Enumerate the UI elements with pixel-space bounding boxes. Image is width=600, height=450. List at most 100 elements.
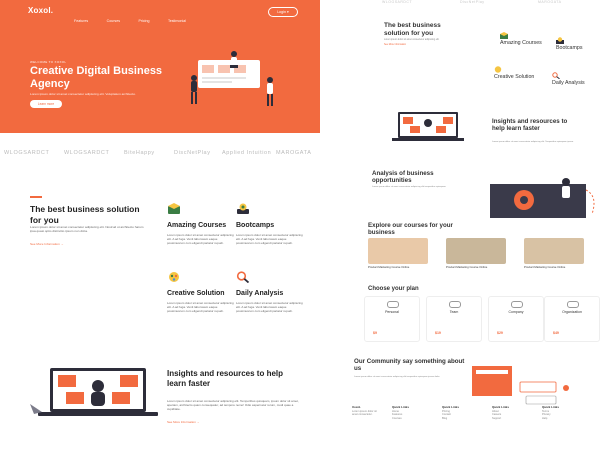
creative-solution-icon — [494, 66, 502, 73]
preview-course-card[interactable]: Product Marketing Course Online — [524, 238, 584, 270]
preview-course-card[interactable]: Product Marketing Course Online — [446, 238, 506, 270]
brand-logo: MAROGATA — [538, 0, 562, 4]
feature-creative-solution: Creative Solution Lorem ipsum dolor sit … — [167, 271, 235, 314]
brand-logo: Applied Intuition — [222, 150, 272, 156]
plan-card[interactable]: Organization $49 — [544, 296, 600, 342]
best-solution-title: The best business solution for you — [30, 204, 140, 225]
preview-feature: Creative Solution — [494, 66, 534, 80]
feature-text: Lorem ipsum dolor sit amet consectetur a… — [236, 301, 303, 314]
courses-icon — [500, 32, 508, 39]
preview-brand-logos: WLOGSARDCT DiscNetPlay MAROGATA — [338, 0, 600, 10]
preview-feature: Bootcamps — [556, 37, 583, 51]
preview-feature-title: Creative Solution — [494, 74, 535, 80]
preview-feature-title: Amazing Courses — [500, 40, 542, 46]
preview-insights-title: Insights and resources to help learn fas… — [492, 118, 568, 133]
plan-card[interactable]: Company $29 — [488, 296, 544, 342]
plan-name: Organization — [562, 310, 582, 314]
section-accent-line — [30, 196, 42, 198]
insights-see-more-link[interactable]: See More Information → — [167, 420, 200, 424]
course-name: Product Marketing Course Online — [446, 265, 488, 269]
footer-link[interactable]: Help — [542, 417, 547, 420]
nav-link-pricing[interactable]: Pricing — [138, 19, 149, 23]
footer-link[interactable]: Contact — [442, 413, 451, 416]
preview-feature-title: Bootcamps — [556, 45, 583, 51]
hero-illustration — [191, 51, 273, 106]
feature-title: Daily Analysis — [236, 290, 284, 297]
brand-logo: DiscNetPlay — [460, 0, 485, 4]
learn-more-button[interactable]: Learn more — [30, 100, 62, 108]
footer-column: Quick Links About Careers Support — [492, 405, 509, 420]
brand-logos: WLOGSARDCT WLOGSARDCT BiteHappy DiscNetP… — [0, 146, 320, 162]
bootcamps-icon — [237, 203, 249, 214]
plan-name: Team — [449, 310, 459, 314]
preview-footer: Xoxol. Lorem ipsum dolor sit amet consec… — [352, 405, 592, 450]
course-image — [524, 238, 584, 264]
feature-bootcamps: Bootcamps Lorem ipsum dolor sit amet con… — [236, 203, 304, 246]
brand-logo: DiscNetPlay — [174, 150, 211, 156]
creative-solution-icon — [169, 272, 179, 282]
preview-analysis-text: Lorem ipsum dolor sit amet consectetur a… — [372, 186, 447, 188]
course-name: Product Marketing Course Online — [368, 265, 410, 269]
footer-link[interactable]: Privacy — [542, 413, 551, 416]
plan-name: Company — [508, 310, 524, 314]
analysis-icon — [236, 271, 250, 284]
nav-link-testimonial[interactable]: Testimonial — [168, 19, 186, 23]
footer-link[interactable]: Blog — [442, 417, 447, 420]
plan-card[interactable]: Personal $9 — [364, 296, 420, 342]
hero-title: Creative Digital Business Agency — [30, 65, 163, 90]
page-preview-strip: WLOGSARDCT DiscNetPlay MAROGATA The best… — [338, 0, 600, 450]
plan-icon — [567, 301, 579, 308]
footer-link[interactable]: Courses — [392, 417, 402, 420]
see-more-link[interactable]: See More Information → — [30, 242, 64, 246]
preview-insights-text: Lorem ipsum dolor sit amet consectetur a… — [492, 141, 574, 143]
analysis-icon — [552, 72, 560, 79]
feature-text: Lorem ipsum dolor sit amet consectetur a… — [167, 233, 234, 246]
preview-best-title: The best business solution for you — [384, 22, 441, 37]
preview-course-card[interactable]: Product Marketing Course Online — [368, 238, 428, 270]
nav-links: Features Courses Pricing Testimonial — [74, 9, 200, 27]
footer-link[interactable]: Features — [392, 413, 402, 416]
feature-title: Bootcamps — [236, 222, 275, 229]
preview-insights-illustration — [392, 112, 464, 141]
feature-amazing-courses: Amazing Courses Lorem ipsum dolor sit am… — [167, 203, 235, 246]
preview-plan-title: Choose your plan — [368, 286, 419, 292]
plan-price: $29 — [497, 331, 503, 335]
footer-link[interactable]: Support — [492, 417, 501, 420]
course-image — [446, 238, 506, 264]
insights-title: Insights and resources to help learn fas… — [167, 369, 284, 388]
top-nav: Xoxol. Features Courses Pricing Testimon… — [28, 6, 298, 23]
bootcamps-icon — [556, 37, 564, 44]
brand-logo: WLOGSARDCT — [382, 0, 413, 4]
feature-title: Amazing Courses — [167, 222, 227, 229]
preview-see-more-link[interactable]: See More Information — [384, 44, 406, 46]
hero-subtitle: Lorem ipsum dolor sit amet consectetur a… — [30, 92, 136, 96]
plan-card[interactable]: Team $19 — [426, 296, 482, 342]
nav-link-features[interactable]: Features — [74, 19, 88, 23]
brand-logo: WLOGSARDCT — [64, 150, 110, 156]
feature-text: Lorem ipsum dolor sit amet consectetur a… — [236, 233, 303, 246]
feature-title: Creative Solution — [167, 290, 225, 297]
footer-column: Xoxol. Lorem ipsum dolor sit amet consec… — [352, 405, 377, 417]
course-name: Product Marketing Course Online — [524, 265, 566, 269]
courses-icon — [168, 203, 180, 214]
insights-illustration — [30, 368, 158, 416]
plan-name: Personal — [385, 310, 399, 314]
landing-page: Xoxol. Features Courses Pricing Testimon… — [0, 0, 320, 450]
plan-icon — [511, 301, 523, 308]
insights-text: Lorem ipsum dolor sit amet consectetur a… — [167, 399, 299, 412]
footer-column: Quick Links Home Features Courses — [392, 405, 409, 420]
plan-price: $19 — [435, 331, 441, 335]
footer-column: Quick Links Pricing Contact Blog — [442, 405, 459, 420]
brand-logo: BiteHappy — [124, 150, 155, 156]
logo[interactable]: Xoxol. — [28, 6, 53, 15]
hero-kicker: WELCOME TO XOXOL — [30, 60, 67, 64]
preview-best-text: Lorem ipsum dolor sit amet consectetur a… — [384, 39, 440, 41]
nav-link-courses[interactable]: Courses — [107, 19, 120, 23]
preview-community-title: Our Community say something about us — [354, 358, 465, 373]
best-solution-text: Lorem ipsum dolor sit amet consectetur a… — [30, 225, 144, 234]
login-button[interactable]: Login ▾ — [268, 7, 298, 17]
course-image — [368, 238, 428, 264]
brand-logo: WLOGSARDCT — [4, 150, 50, 156]
footer-link[interactable]: Careers — [492, 413, 501, 416]
hero-section: Xoxol. Features Courses Pricing Testimon… — [0, 0, 320, 133]
